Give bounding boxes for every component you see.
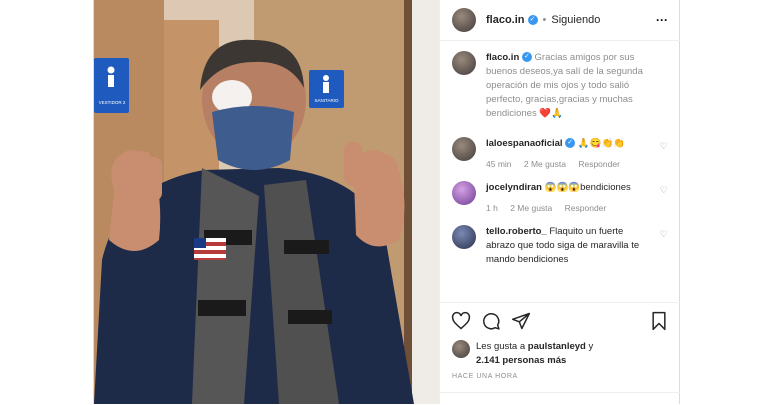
comment-likes[interactable]: 2 Me gusta <box>524 159 566 169</box>
comment-item: tello.roberto_ Flaquito un fuerte abrazo… <box>440 215 680 267</box>
comment-text: 😱😱😱bendiciones <box>544 182 631 193</box>
separator-dot: • <box>542 14 547 26</box>
instagram-post: VESTIDOR 2 SANITARIO flaco.in ✓ • Siguie… <box>93 0 680 404</box>
comment-item: laloespanaoficial ✓ 🙏😋👏👏 45 min 2 Me gus… <box>440 121 680 171</box>
likes-count[interactable]: 2.141 personas más <box>476 355 566 366</box>
comment-item: jocelyndiran 😱😱😱bendiciones 1 h 2 Me gus… <box>440 171 680 215</box>
like-comment-icon[interactable]: ♡ <box>654 181 668 215</box>
avatar[interactable] <box>452 340 470 358</box>
share-icon[interactable] <box>510 310 532 332</box>
post-sidebar: flaco.in ✓ • Siguiendo ··· flaco.in ✓ Gr… <box>439 0 680 404</box>
avatar[interactable] <box>452 137 476 161</box>
avatar[interactable] <box>452 8 476 32</box>
verified-icon: ✓ <box>527 15 538 25</box>
comment-username[interactable]: jocelyndiran <box>486 182 542 193</box>
verified-icon: ✓ <box>521 52 532 63</box>
comment-text: 🙏😋👏👏 <box>577 138 626 149</box>
door-sign-label-right: SANITARIO <box>314 98 339 103</box>
more-options-icon[interactable]: ··· <box>656 13 668 27</box>
comment-time[interactable]: 1 h <box>486 203 498 213</box>
add-comment-bar[interactable] <box>440 392 680 405</box>
comment-username[interactable]: laloespanaoficial <box>486 138 563 149</box>
comments-list[interactable]: flaco.in ✓ Gracias amigos por sus buenos… <box>440 41 680 301</box>
avatar[interactable] <box>452 225 476 249</box>
post-photo[interactable]: VESTIDOR 2 SANITARIO <box>94 0 439 404</box>
photo-illustration <box>94 0 439 404</box>
heart-icon[interactable] <box>450 310 472 332</box>
likes-prefix: Les gusta a <box>476 341 526 352</box>
like-comment-icon[interactable]: ♡ <box>654 225 668 267</box>
comment-time[interactable]: 45 min <box>486 159 512 169</box>
door-sign-label-left: VESTIDOR 2 <box>98 100 126 105</box>
likes-joiner: y <box>588 341 594 352</box>
verified-icon: ✓ <box>565 138 576 149</box>
following-button[interactable]: Siguiendo <box>551 14 600 26</box>
likes-summary: Les gusta a paulstanleyd y 2.141 persona… <box>452 340 668 368</box>
post-timestamp[interactable]: HACE UNA HORA <box>452 373 518 380</box>
comment-likes[interactable]: 2 Me gusta <box>510 203 552 213</box>
reply-button[interactable]: Responder <box>565 203 607 213</box>
comment-icon[interactable] <box>480 310 502 332</box>
action-bar <box>440 302 680 339</box>
caption: flaco.in ✓ Gracias amigos por sus buenos… <box>440 41 680 121</box>
avatar[interactable] <box>452 181 476 205</box>
bookmark-icon[interactable] <box>648 310 670 332</box>
avatar[interactable] <box>452 51 476 75</box>
comment-username[interactable]: tello.roberto_ <box>486 226 547 237</box>
likes-user[interactable]: paulstanleyd <box>528 341 586 352</box>
caption-username[interactable]: flaco.in <box>486 52 519 63</box>
reply-button[interactable]: Responder <box>578 159 620 169</box>
like-comment-icon[interactable]: ♡ <box>654 137 668 171</box>
post-header: flaco.in ✓ • Siguiendo ··· <box>440 0 680 41</box>
header-username[interactable]: flaco.in <box>486 14 525 26</box>
